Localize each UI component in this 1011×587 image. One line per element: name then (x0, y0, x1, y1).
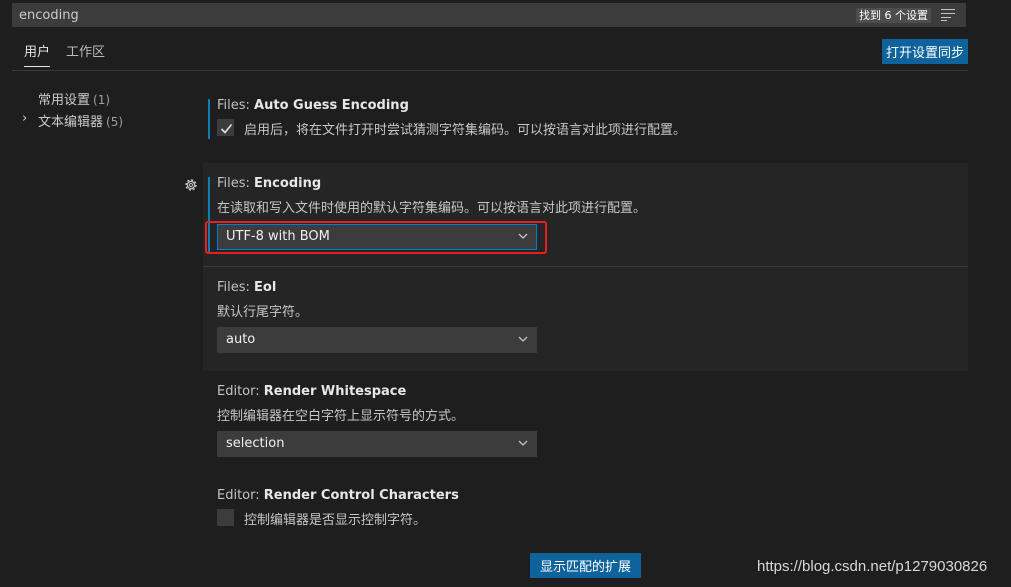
setting-description: 控制编辑器在空白字符上显示符号的方式。 (217, 409, 465, 424)
toc-item-label: 常用设置 (38, 93, 91, 108)
setting-category: Files: (217, 280, 255, 295)
setting-description: 在读取和写入文件时使用的默认字符集编码。可以按语言对此项进行配置。 (217, 201, 647, 216)
toc-item-text-editor[interactable]: › 文本编辑器 (5) (22, 111, 124, 130)
setting-category: Editor: (217, 488, 264, 503)
setting-description: 启用后，将在文件打开时尝试猜测字符集编码。可以按语言对此项进行配置。 (244, 123, 687, 138)
setting-title-render-whitespace: Editor: Render Whitespace (217, 384, 406, 399)
chevron-down-icon (518, 440, 528, 446)
dropdown-value: auto (226, 332, 256, 347)
toc-item-label: 文本编辑器 (38, 115, 104, 130)
auto-guess-encoding-checkbox[interactable] (217, 119, 234, 136)
gear-icon[interactable] (183, 177, 199, 193)
toc-item-count: (5) (106, 115, 124, 129)
checkmark-icon (220, 123, 233, 134)
setting-category: Files: (217, 98, 255, 113)
render-control-characters-checkbox[interactable] (217, 509, 234, 526)
setting-category: Editor: (217, 384, 264, 399)
tab-user[interactable]: 用户 (24, 44, 51, 67)
setting-title-auto-guess-encoding: Files: Auto Guess Encoding (217, 98, 409, 113)
tab-workspace[interactable]: 工作区 (66, 44, 105, 66)
setting-name: Encoding (254, 176, 322, 191)
chevron-down-icon (518, 336, 528, 342)
eol-dropdown[interactable]: auto (217, 327, 537, 353)
render-whitespace-dropdown[interactable]: selection (217, 431, 537, 457)
turn-on-settings-sync-button[interactable]: 打开设置同步 (882, 39, 968, 64)
setting-category: Files: (217, 176, 255, 191)
setting-focus-indicator (208, 99, 210, 139)
tab-divider (12, 70, 968, 71)
setting-name: Auto Guess Encoding (254, 98, 409, 113)
setting-title-eol: Files: Eol (217, 280, 276, 295)
annotation-highlight-box (205, 221, 547, 254)
settings-search-input[interactable] (19, 4, 839, 26)
show-matching-extensions-button[interactable]: 显示匹配的扩展 (530, 553, 641, 578)
dropdown-value: selection (226, 436, 285, 451)
setting-description: 默认行尾字符。 (217, 305, 309, 320)
search-result-count: 找到 6 个设置 (856, 8, 931, 23)
setting-title-encoding: Files: Encoding (217, 176, 321, 191)
setting-row-divider (203, 266, 968, 267)
filter-list-icon[interactable] (941, 9, 955, 21)
watermark-text: https://blog.csdn.net/p1279030826 (757, 558, 988, 575)
setting-name: Render Control Characters (263, 488, 459, 503)
setting-name: Render Whitespace (263, 384, 407, 399)
toc-item-count: (1) (93, 93, 111, 107)
chevron-right-icon[interactable]: › (22, 111, 27, 126)
toc-item-commonly-used[interactable]: 常用设置 (1) (38, 89, 110, 108)
setting-title-render-control-characters: Editor: Render Control Characters (217, 488, 459, 503)
setting-description: 控制编辑器是否显示控制字符。 (244, 513, 427, 528)
setting-name: Eol (254, 280, 277, 295)
settings-search-bar: 找到 6 个设置 (12, 3, 966, 27)
